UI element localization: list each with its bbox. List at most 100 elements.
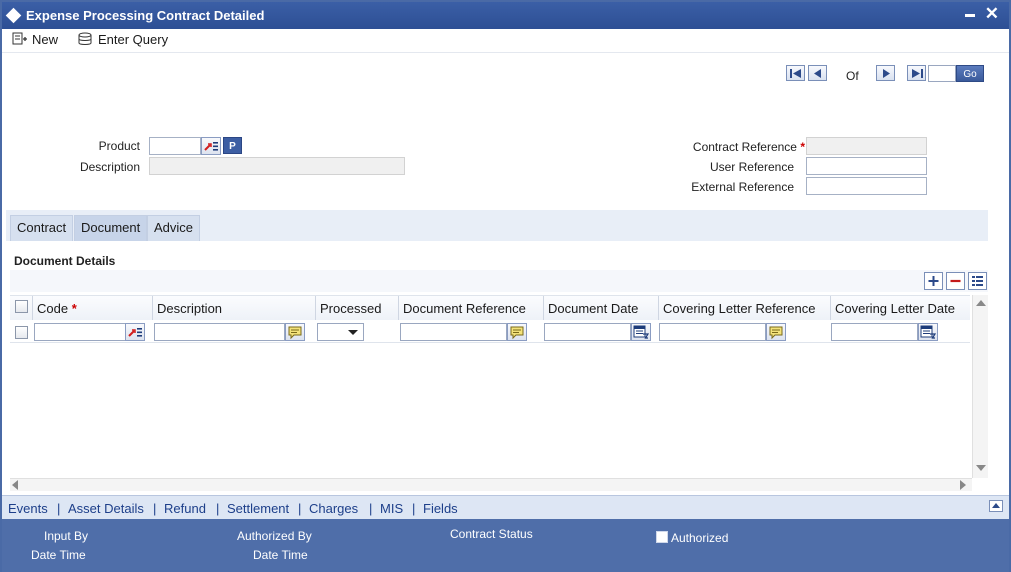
description-input[interactable]: [154, 323, 285, 341]
document-date-input[interactable]: [544, 323, 631, 341]
column-header-code: Code *: [33, 296, 153, 320]
link-separator: |: [298, 501, 302, 516]
column-header-covering-letter-date: Covering Letter Date: [831, 296, 970, 320]
document-date-calendar-button[interactable]: [631, 323, 651, 341]
sub-screen-link-bar: Events | Asset Details | Refund | Settle…: [2, 495, 1009, 519]
scroll-up-icon[interactable]: [976, 300, 986, 306]
link-settlement[interactable]: Settlement: [227, 501, 289, 516]
covering-letter-reference-editor-button[interactable]: [766, 323, 786, 341]
first-record-button[interactable]: [786, 65, 805, 81]
link-separator: |: [369, 501, 373, 516]
code-lov-button[interactable]: [125, 323, 145, 341]
title-bar: Expense Processing Contract Detailed ✕: [2, 2, 1009, 29]
select-all-header: [10, 296, 33, 320]
select-all-checkbox[interactable]: [15, 300, 28, 313]
authorized-date-time-label: Date Time: [253, 548, 308, 562]
authorized-by-label: Authorized By: [237, 529, 312, 543]
go-button[interactable]: Go: [956, 65, 984, 82]
enter-query-button[interactable]: Enter Query: [78, 31, 168, 49]
tab-document[interactable]: Document: [74, 215, 148, 241]
input-by-label: Input By: [44, 529, 89, 543]
calendar-icon: [633, 325, 650, 339]
toolbar: New Enter Query: [2, 29, 1009, 53]
description-field: [149, 157, 405, 175]
contract-status-label: Contract Status: [450, 527, 533, 541]
column-header-document-reference: Document Reference: [399, 296, 544, 320]
covering-letter-reference-input[interactable]: [659, 323, 766, 341]
page-number-input[interactable]: [928, 65, 956, 82]
app-window: Expense Processing Contract Detailed ✕ N…: [0, 0, 1011, 572]
document-details-title: Document Details: [14, 254, 116, 268]
first-icon: [790, 69, 801, 78]
chevron-down-icon: [348, 330, 358, 335]
document-details-grid: Code * Description Processed Document Re…: [10, 295, 970, 478]
add-row-button[interactable]: [924, 272, 943, 290]
plus-icon: [928, 276, 939, 286]
product-input[interactable]: [149, 137, 201, 155]
link-charges[interactable]: Charges: [309, 501, 358, 516]
user-reference-input[interactable]: [806, 157, 927, 175]
link-separator: |: [153, 501, 157, 516]
contract-reference-field: [806, 137, 927, 155]
document-reference-editor-button[interactable]: [507, 323, 527, 341]
grid-toolbar: [10, 270, 988, 292]
link-events[interactable]: Events: [8, 501, 48, 516]
covering-letter-date-input[interactable]: [831, 323, 918, 341]
vertical-scrollbar[interactable]: [972, 295, 988, 478]
code-input[interactable]: [34, 323, 126, 341]
last-record-button[interactable]: [907, 65, 926, 81]
next-record-button[interactable]: [876, 65, 895, 81]
link-refund[interactable]: Refund: [164, 501, 206, 516]
single-view-button[interactable]: [968, 272, 987, 290]
tab-strip: Contract Document Advice: [6, 210, 988, 241]
collapse-up-icon[interactable]: [989, 500, 1003, 512]
link-fields[interactable]: Fields: [423, 501, 458, 516]
code-header-label: Code: [37, 301, 69, 316]
last-icon: [912, 69, 923, 78]
previous-record-button[interactable]: [808, 65, 827, 81]
contract-reference-text: Contract Reference: [692, 140, 797, 154]
query-icon: [78, 32, 92, 45]
column-header-description: Description: [153, 296, 316, 320]
external-reference-label: External Reference: [691, 180, 794, 194]
speech-bubble-icon: [510, 326, 524, 340]
close-icon[interactable]: ✕: [985, 4, 999, 24]
enter-query-label: Enter Query: [98, 32, 169, 47]
speech-bubble-icon: [288, 326, 302, 340]
scroll-right-icon[interactable]: [960, 480, 966, 490]
speech-bubble-icon: [769, 326, 783, 340]
scroll-left-icon[interactable]: [12, 480, 18, 490]
processed-select[interactable]: [317, 323, 364, 341]
audit-footer: Input By Date Time Authorized By Date Ti…: [2, 519, 1009, 572]
minus-icon: [950, 279, 961, 283]
new-icon: [12, 32, 27, 45]
required-mark: *: [800, 140, 805, 154]
horizontal-scrollbar[interactable]: [10, 478, 972, 491]
product-p-button[interactable]: P: [223, 137, 242, 154]
list-of-values-icon: [128, 328, 142, 337]
authorized-checkbox: [656, 531, 668, 543]
link-asset-details[interactable]: Asset Details: [68, 501, 144, 516]
delete-row-button[interactable]: [946, 272, 965, 290]
contract-reference-label: Contract Reference *: [642, 140, 805, 154]
new-label: New: [32, 32, 59, 47]
column-header-document-date: Document Date: [544, 296, 659, 320]
scroll-down-icon[interactable]: [976, 465, 986, 471]
covering-letter-date-calendar-button[interactable]: [918, 323, 938, 341]
tab-advice[interactable]: Advice: [147, 215, 201, 241]
minimize-icon[interactable]: [965, 14, 975, 17]
table-row: [10, 321, 970, 343]
new-button[interactable]: New: [12, 31, 58, 49]
link-mis[interactable]: MIS: [380, 501, 403, 516]
link-separator: |: [57, 501, 61, 516]
row-select-checkbox[interactable]: [15, 326, 28, 339]
external-reference-input[interactable]: [806, 177, 927, 195]
description-label: Description: [79, 160, 140, 174]
description-editor-button[interactable]: [285, 323, 305, 341]
product-lov-button[interactable]: [201, 137, 221, 155]
previous-icon: [814, 69, 821, 78]
tab-contract[interactable]: Contract: [10, 215, 74, 241]
list-of-values-icon: [204, 142, 218, 151]
link-separator: |: [216, 501, 220, 516]
document-reference-input[interactable]: [400, 323, 507, 341]
